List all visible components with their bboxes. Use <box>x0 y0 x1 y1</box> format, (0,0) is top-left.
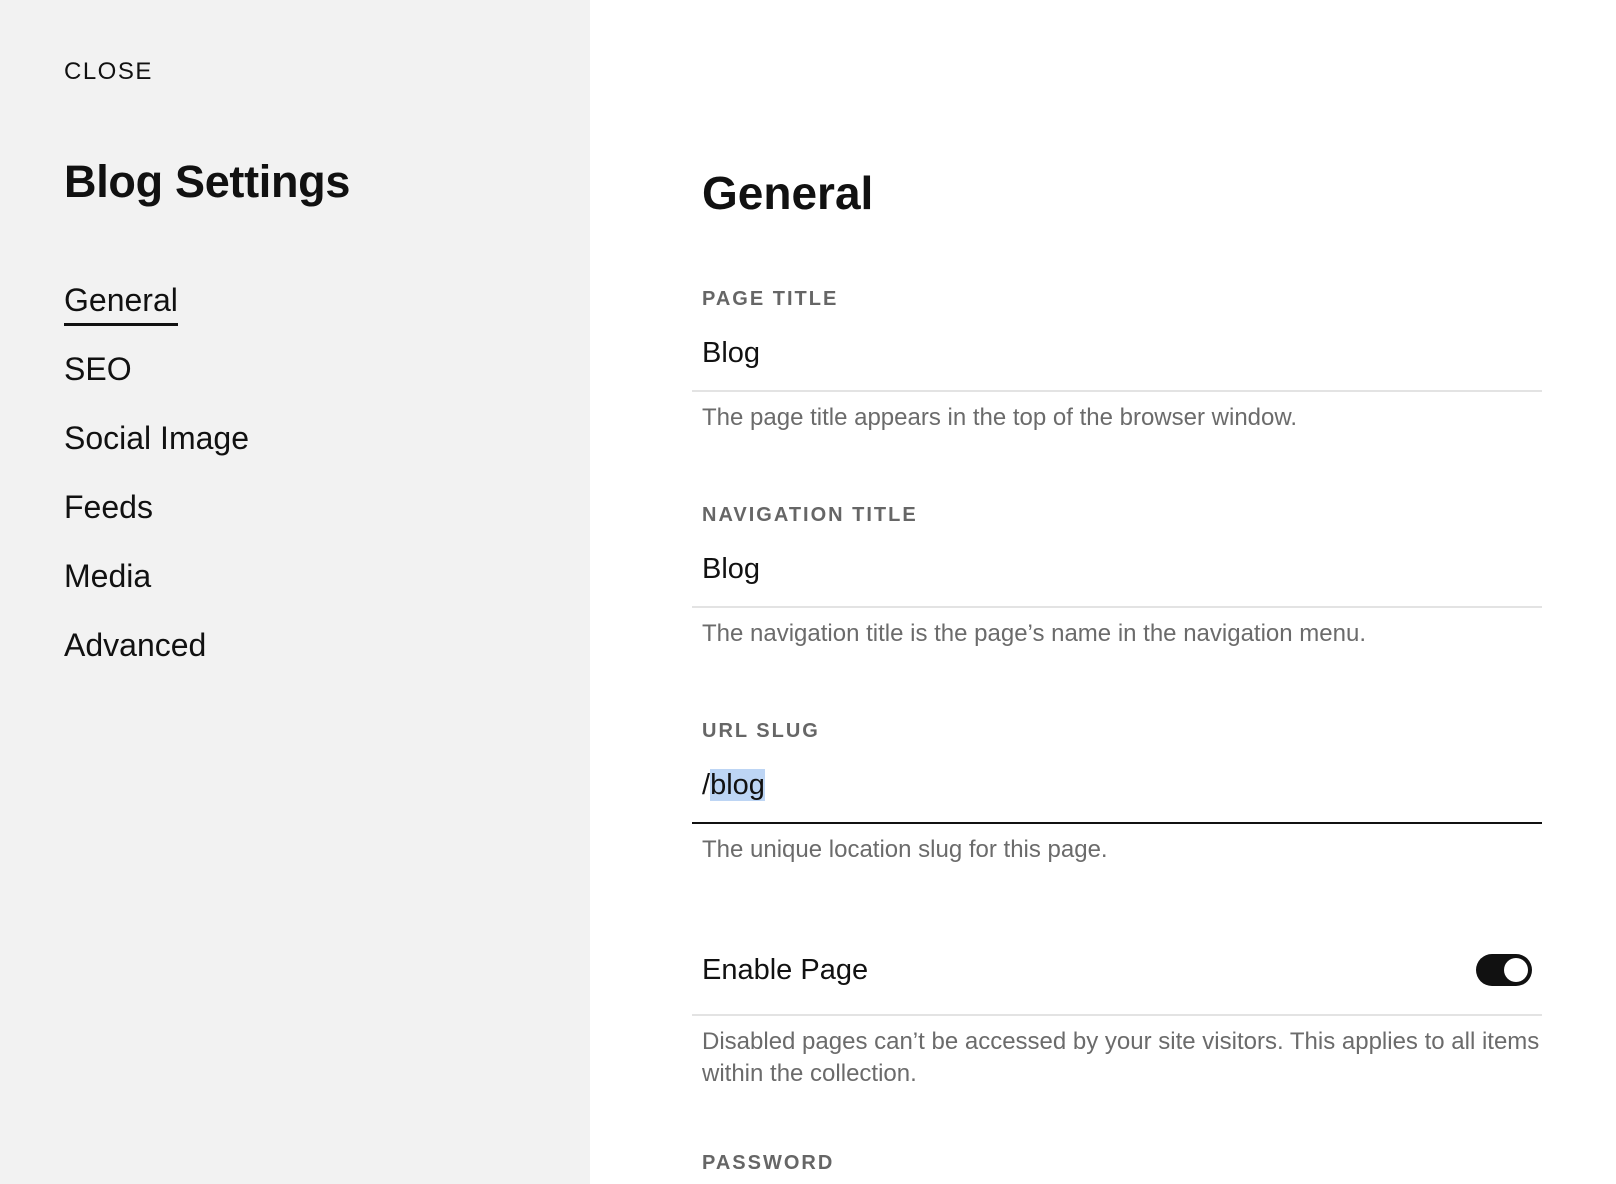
page-title-field: PAGE TITLE Blog The page title appears i… <box>692 288 1542 434</box>
page-title-help: The page title appears in the top of the… <box>702 404 1298 431</box>
nav-item-label: SEO <box>64 351 132 387</box>
nav-item-general[interactable]: General <box>64 282 249 351</box>
toggle-knob <box>1504 958 1528 982</box>
enable-page-label: Enable Page <box>702 953 869 986</box>
url-slug-selected-text: blog <box>710 769 765 801</box>
enable-page-toggle[interactable] <box>1476 954 1532 986</box>
nav-item-label: Advanced <box>64 627 207 663</box>
settings-nav: General SEO Social Image Feeds Media Adv… <box>64 282 249 696</box>
nav-item-label: Media <box>64 558 152 594</box>
navigation-title-input[interactable]: Blog <box>692 553 1542 608</box>
page-title-label: PAGE TITLE <box>702 288 839 310</box>
sidebar: CLOSE Blog Settings General SEO Social I… <box>0 0 590 1184</box>
page-title-input[interactable]: Blog <box>692 337 1542 392</box>
navigation-title-label: NAVIGATION TITLE <box>702 504 918 526</box>
navigation-title-help: The navigation title is the page’s name … <box>702 620 1366 647</box>
enable-page-row: Enable Page <box>692 944 1542 1016</box>
password-label: PASSWORD <box>702 1152 835 1174</box>
enable-page-field: Enable Page Disabled pages can’t be acce… <box>692 944 1542 1090</box>
url-slug-help: The unique location slug for this page. <box>702 836 1108 863</box>
url-slug-label: URL SLUG <box>702 720 820 742</box>
url-slug-prefix: / <box>702 769 711 801</box>
section-title: General <box>702 167 874 219</box>
url-slug-input[interactable]: /blog <box>692 769 1542 824</box>
nav-item-social-image[interactable]: Social Image <box>64 420 249 489</box>
close-button[interactable]: CLOSE <box>64 58 153 86</box>
nav-item-media[interactable]: Media <box>64 558 249 627</box>
nav-item-seo[interactable]: SEO <box>64 351 249 420</box>
nav-item-label: General <box>64 282 178 326</box>
sidebar-title: Blog Settings <box>64 156 351 207</box>
blog-settings-panel: CLOSE Blog Settings General SEO Social I… <box>0 0 1616 1184</box>
navigation-title-field: NAVIGATION TITLE Blog The navigation tit… <box>692 504 1542 650</box>
settings-content: General PAGE TITLE Blog The page title a… <box>590 0 1616 1184</box>
nav-item-label: Social Image <box>64 420 249 456</box>
nav-item-advanced[interactable]: Advanced <box>64 627 249 696</box>
nav-item-feeds[interactable]: Feeds <box>64 489 249 558</box>
enable-page-help: Disabled pages can’t be accessed by your… <box>702 1028 1540 1087</box>
url-slug-field: URL SLUG /blog The unique location slug … <box>692 720 1542 866</box>
nav-item-label: Feeds <box>64 489 153 525</box>
